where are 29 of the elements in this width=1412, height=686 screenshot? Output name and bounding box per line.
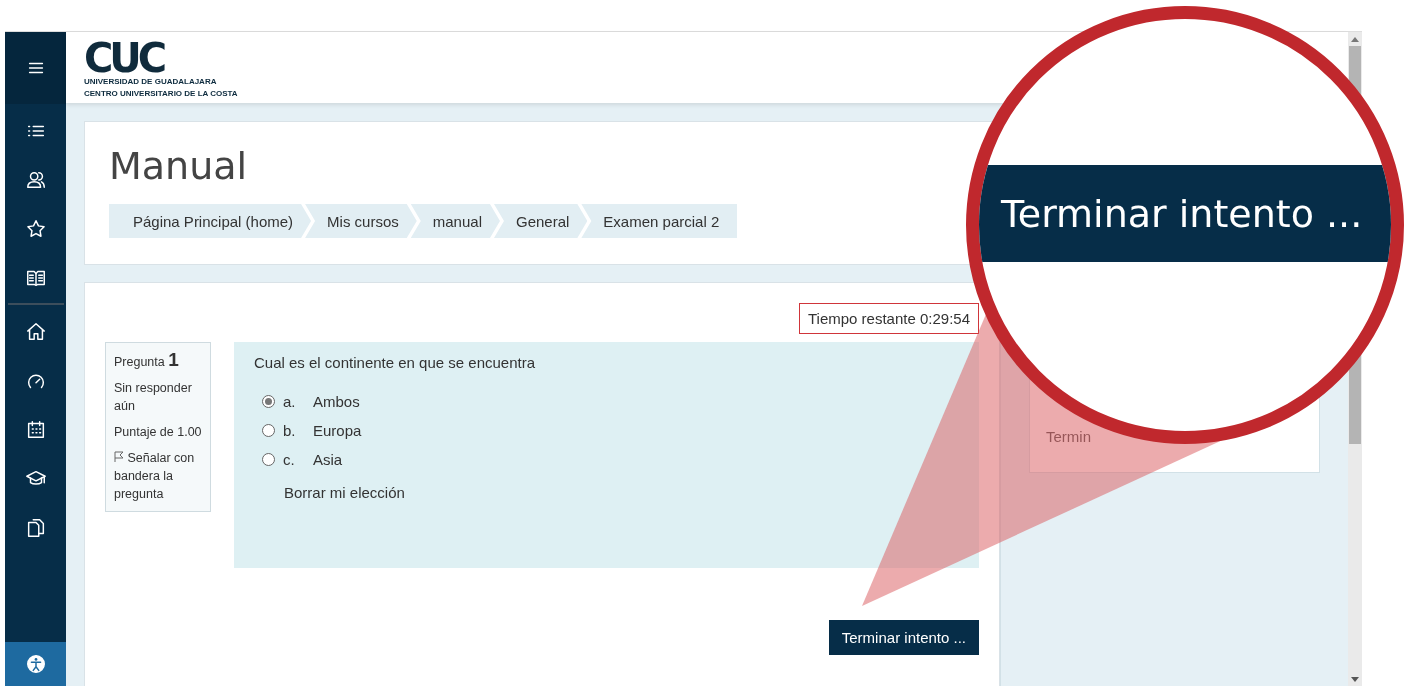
option-label[interactable]: Asia	[313, 451, 343, 468]
breadcrumb-link[interactable]: General	[493, 204, 588, 238]
clear-choice-link[interactable]: Borrar mi elección	[284, 484, 405, 501]
option-letter: c.	[283, 451, 296, 468]
option-letter: a.	[283, 393, 297, 410]
option-label[interactable]: Europa	[313, 422, 362, 439]
radio-button[interactable]	[262, 424, 275, 437]
home-icon[interactable]	[24, 321, 47, 343]
magnified-label: Terminar intento ...	[1001, 191, 1363, 236]
university-logo[interactable]: CUC UNIVERSIDAD DE GUADALAJARA CENTRO UNIVERSITARIO DE LA COSTA	[84, 37, 238, 98]
breadcrumb-link[interactable]: Mis cursos	[305, 204, 417, 238]
question-points: Puntaje de 1.00	[114, 424, 202, 441]
flag-question-link[interactable]: Señalar con bandera la pregunta	[114, 449, 202, 503]
question-status: Sin responder aún	[114, 380, 193, 415]
radio-button[interactable]	[262, 395, 275, 408]
page-title: Manual	[109, 144, 249, 188]
radio-button[interactable]	[262, 453, 275, 466]
question-number: Pregunta 1	[114, 351, 180, 371]
flag-icon	[114, 451, 124, 462]
users-icon[interactable]	[24, 169, 47, 191]
breadcrumb-link[interactable]: manual	[410, 204, 500, 238]
accessibility-icon[interactable]	[24, 653, 47, 675]
question-text: Cual es el continente en que se encuentra	[254, 354, 537, 371]
star-icon[interactable]	[24, 218, 47, 240]
option-label[interactable]: Ambos	[313, 393, 360, 410]
breadcrumb-link[interactable]: Examen parcial 2	[581, 204, 738, 238]
finish-attempt-button[interactable]: Terminar intento ...	[828, 620, 979, 655]
option-letter: b.	[283, 422, 297, 439]
breadcrumb-link[interactable]: Página Principal (home)	[109, 204, 312, 238]
